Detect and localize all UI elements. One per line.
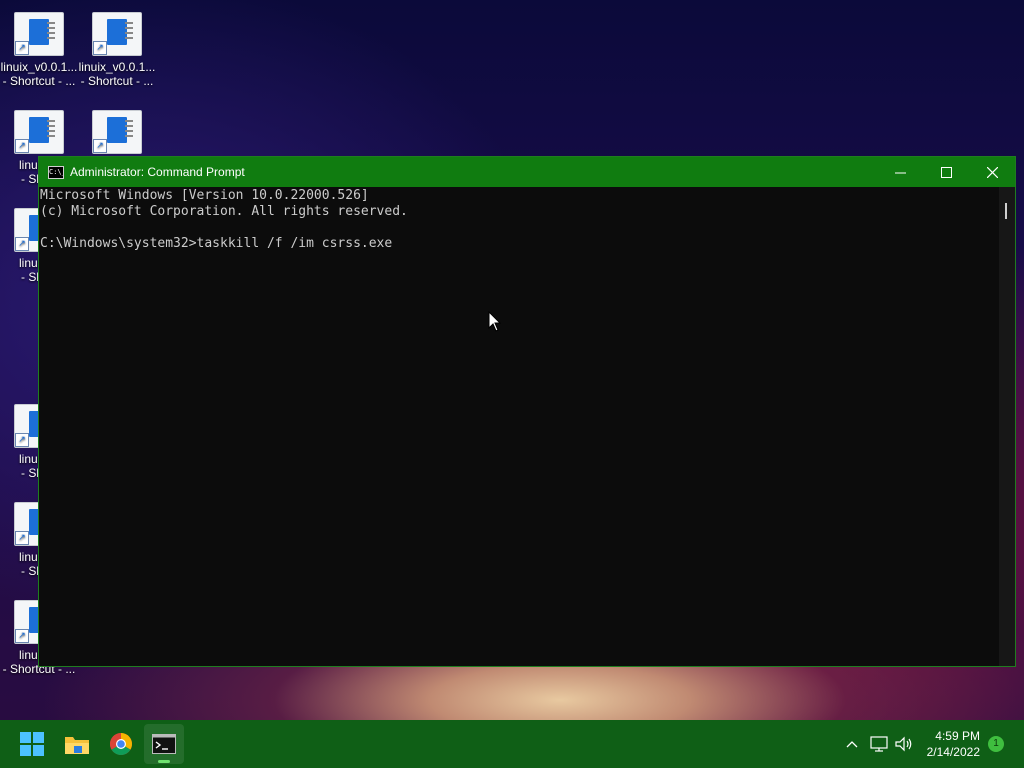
notification-badge[interactable]: 1 — [988, 736, 1004, 752]
taskbar: 4:59 PM 2/14/2022 — [0, 720, 1024, 768]
desktop-icon-label: linuix_v0.0.1... — [78, 60, 156, 74]
command-prompt-window[interactable]: C:\_ Administrator: Command Prompt Micro… — [38, 156, 1016, 667]
clock-time: 4:59 PM — [935, 729, 980, 743]
speaker-icon — [895, 736, 912, 752]
command-prompt-taskbar-button[interactable] — [144, 724, 184, 764]
console-line: C:\Windows\system32>taskkill /f /im csrs… — [40, 236, 393, 251]
network-icon — [870, 736, 888, 752]
desktop-icon-label: - Shortcut - ... — [80, 74, 154, 88]
network-button[interactable] — [868, 720, 890, 768]
chevron-up-icon — [846, 741, 858, 748]
console-output[interactable]: Microsoft Windows [Version 10.0.22000.52… — [39, 187, 999, 666]
close-icon — [986, 166, 998, 178]
desktop-icon-label: - Shortcut - ... — [2, 74, 76, 88]
folder-icon — [65, 737, 89, 754]
vertical-scrollbar[interactable] — [999, 187, 1015, 666]
chrome-icon — [110, 733, 132, 755]
windows-logo-icon — [20, 732, 44, 756]
desktop-icon[interactable]: ↗ linuix_v0.0.1... - Shortcut - ... — [78, 12, 156, 88]
chrome-button[interactable] — [101, 724, 141, 764]
shortcut-icon: ↗ — [14, 110, 64, 154]
show-hidden-icons-button[interactable] — [842, 720, 862, 768]
minimize-button[interactable] — [877, 157, 923, 187]
console-line: Microsoft Windows [Version 10.0.22000.52… — [40, 188, 369, 203]
clock-date: 2/14/2022 — [926, 745, 980, 759]
shortcut-icon: ↗ — [92, 110, 142, 154]
console-line: (c) Microsoft Corporation. All rights re… — [40, 204, 408, 219]
terminal-icon — [152, 734, 176, 754]
start-button[interactable] — [12, 724, 52, 764]
window-title: Administrator: Command Prompt — [70, 165, 245, 179]
close-button[interactable] — [969, 157, 1015, 187]
volume-button[interactable] — [893, 720, 915, 768]
file-explorer-button[interactable] — [57, 724, 97, 764]
cmd-icon: C:\_ — [48, 165, 64, 179]
shortcut-icon: ↗ — [14, 12, 64, 56]
minimize-icon — [894, 172, 906, 173]
mouse-pointer-icon — [488, 311, 502, 332]
scrollbar-thumb[interactable] — [1005, 203, 1007, 219]
title-bar[interactable]: C:\_ Administrator: Command Prompt — [39, 157, 1015, 187]
maximize-button[interactable] — [923, 157, 969, 187]
clock-button[interactable]: 4:59 PM 2/14/2022 — [927, 728, 980, 760]
desktop-icon[interactable]: ↗ — [78, 110, 156, 158]
desktop-icon[interactable]: ↗ linuix_v0.0.1... - Shortcut - ... — [0, 12, 78, 88]
maximize-icon — [940, 166, 952, 178]
shortcut-icon: ↗ — [92, 12, 142, 56]
desktop-icon-label: linuix_v0.0.1... — [0, 60, 78, 74]
